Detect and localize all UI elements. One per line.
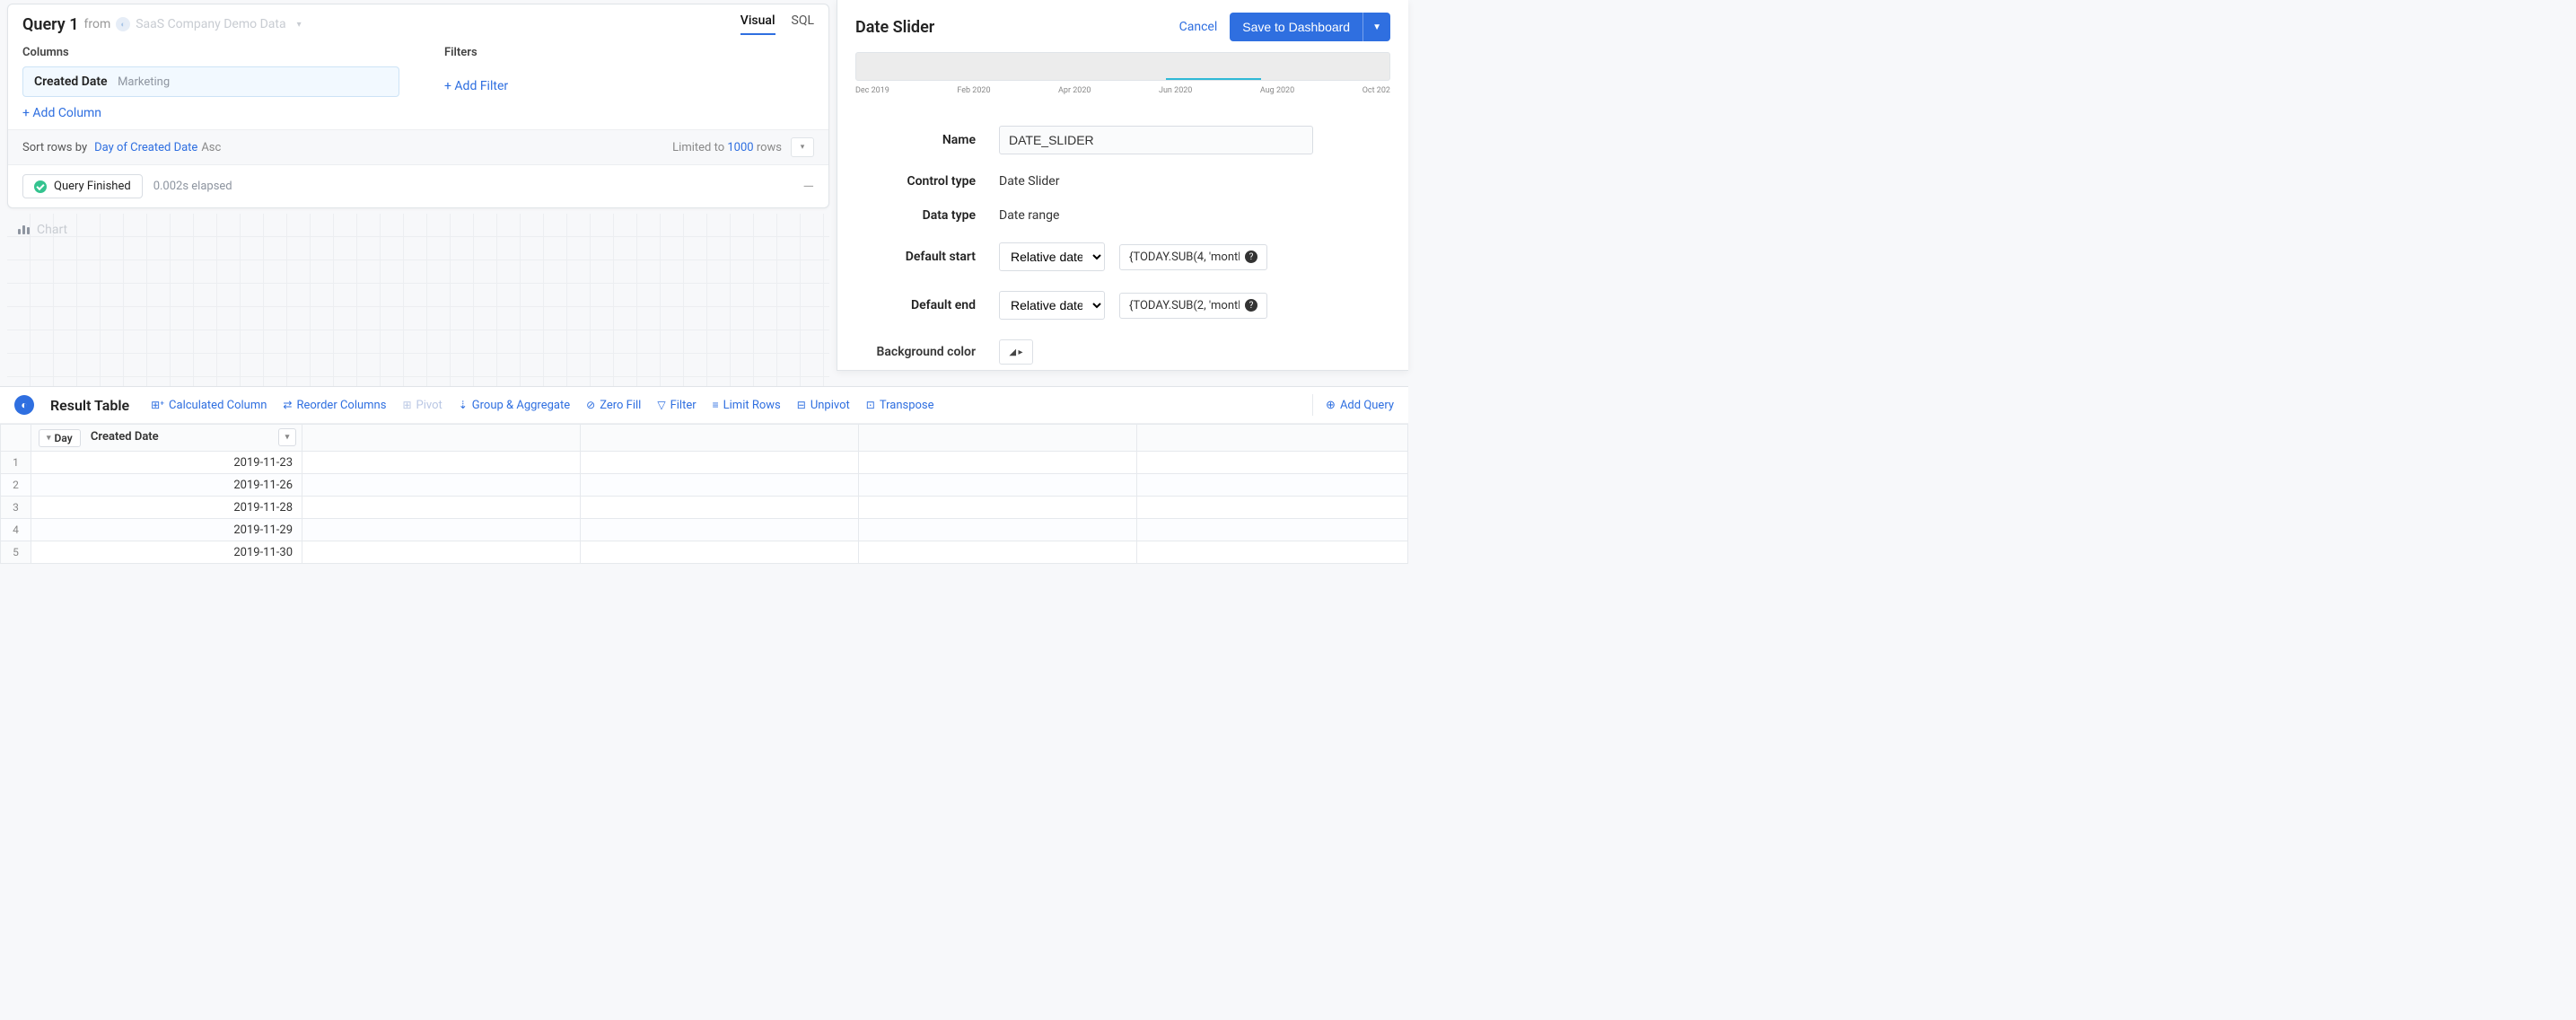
limit-label: Limited to 1000 rows	[672, 141, 782, 154]
rownum-cell: 4	[1, 519, 31, 541]
group-aggregate-button[interactable]: ⇣Group & Aggregate	[459, 399, 570, 412]
source-name: SaaS Company Demo Data	[136, 17, 285, 31]
add-query-button[interactable]: ⊕Add Query	[1312, 394, 1394, 416]
date-slider-editor-panel: Date Slider Cancel Save to Dashboard ▼ D…	[837, 0, 1408, 371]
slider-selected-range[interactable]	[1166, 78, 1262, 80]
unpivot-icon: ⊟	[797, 399, 806, 411]
check-icon	[34, 180, 47, 193]
control-type-label: Control type	[855, 174, 999, 189]
reorder-icon: ⇄	[283, 399, 292, 411]
data-source-picker[interactable]: ◐ SaaS Company Demo Data ▾	[116, 17, 301, 31]
col-header-text: Created Date	[91, 430, 159, 444]
filter-button[interactable]: ▽Filter	[657, 399, 696, 412]
limit-rows-button[interactable]: ≡Limit Rows	[713, 399, 781, 412]
pivot-button: ⊞Pivot	[402, 399, 442, 412]
add-filter-link[interactable]: + Add Filter	[444, 79, 508, 93]
default-end-expression-input[interactable]: {TODAY.SUB(2, 'months ?	[1119, 293, 1267, 319]
date-cell: 2019-11-26	[31, 474, 302, 497]
date-cell: 2019-11-30	[31, 541, 302, 564]
date-cell: 2019-11-29	[31, 519, 302, 541]
rownum-cell: 1	[1, 452, 31, 474]
query-status-badge[interactable]: Query Finished	[22, 174, 143, 198]
sort-prefix: Sort rows by	[22, 141, 87, 154]
slider-tick-labels: Dec 2019 Feb 2020 Apr 2020 Jun 2020 Aug …	[855, 84, 1390, 111]
table-row[interactable]: 52019-11-30	[1, 541, 1408, 564]
help-icon[interactable]: ?	[1245, 251, 1257, 263]
limit-icon: ≡	[713, 399, 719, 411]
elapsed-text: 0.002s elapsed	[153, 180, 232, 193]
source-icon: ◐	[116, 17, 130, 31]
sort-row[interactable]: Sort rows by Day of Created Date Asc Lim…	[8, 129, 828, 164]
add-chart-placeholder[interactable]: Chart	[18, 223, 67, 237]
rownum-cell: 5	[1, 541, 31, 564]
default-end-mode-select[interactable]: Relative date	[999, 291, 1105, 320]
save-to-dashboard-button[interactable]: Save to Dashboard	[1230, 13, 1362, 41]
chart-label: Chart	[37, 223, 67, 237]
rownum-cell: 2	[1, 474, 31, 497]
filters-section-title: Filters	[444, 46, 508, 59]
default-start-mode-select[interactable]: Relative date	[999, 242, 1105, 271]
tab-sql[interactable]: SQL	[792, 13, 814, 35]
reorder-columns-button[interactable]: ⇄Reorder Columns	[283, 399, 386, 412]
bar-chart-icon	[18, 225, 30, 234]
chevron-down-icon: ▾	[297, 20, 302, 30]
bg-color-label: Background color	[855, 345, 999, 359]
columns-section-title: Columns	[22, 46, 408, 59]
default-start-expression-input[interactable]: {TODAY.SUB(4, 'months ?	[1119, 244, 1267, 270]
query-card: Query 1 from ◐ SaaS Company Demo Data ▾ …	[7, 4, 829, 208]
data-type-value: Date range	[999, 208, 1059, 223]
unpivot-button[interactable]: ⊟Unpivot	[797, 399, 850, 412]
query-title: Query 1	[22, 15, 78, 34]
default-start-label: Default start	[855, 250, 999, 264]
result-section: ◐ Result Table ⊞⁺Calculated Column ⇄Reor…	[0, 386, 1408, 564]
from-label: from	[83, 17, 110, 31]
result-table: ▾Day Created Date ▾ 12019-11-2322019-11-…	[0, 424, 1408, 564]
sort-field: Day of Created Date	[94, 141, 197, 154]
transpose-icon: ⊡	[866, 399, 875, 411]
day-granularity-pill[interactable]: ▾Day	[39, 429, 81, 447]
date-cell: 2019-11-28	[31, 497, 302, 519]
rownum-header	[1, 425, 31, 452]
rownum-cell: 3	[1, 497, 31, 519]
table-row[interactable]: 12019-11-23	[1, 452, 1408, 474]
cancel-button[interactable]: Cancel	[1179, 20, 1218, 34]
table-row[interactable]: 32019-11-28	[1, 497, 1408, 519]
add-column-link[interactable]: + Add Column	[22, 106, 101, 120]
plus-icon: ⊕	[1326, 399, 1336, 412]
created-date-header[interactable]: ▾Day Created Date ▾	[31, 425, 302, 452]
data-type-label: Data type	[855, 208, 999, 223]
pivot-icon: ⊞	[402, 399, 411, 411]
slider-preview[interactable]	[855, 52, 1390, 81]
panel-title: Date Slider	[855, 18, 934, 37]
default-end-label: Default end	[855, 298, 999, 312]
column-menu-toggle[interactable]: ▾	[278, 428, 296, 446]
column-pill-created-date[interactable]: Created Date Marketing	[22, 66, 399, 97]
calc-icon: ⊞⁺	[151, 399, 164, 411]
calculated-column-button[interactable]: ⊞⁺Calculated Column	[151, 399, 267, 412]
transpose-button[interactable]: ⊡Transpose	[866, 399, 934, 412]
collapse-button[interactable]: —	[803, 178, 815, 195]
sort-direction: Asc	[201, 141, 221, 154]
sort-dropdown-toggle[interactable]: ▾	[791, 137, 814, 157]
table-row[interactable]: 22019-11-26	[1, 474, 1408, 497]
name-label: Name	[855, 133, 999, 147]
tab-visual[interactable]: Visual	[740, 13, 775, 35]
control-type-value: Date Slider	[999, 174, 1059, 189]
save-dropdown-toggle[interactable]: ▼	[1362, 13, 1390, 41]
chevron-down-icon: ▾	[47, 434, 51, 443]
date-cell: 2019-11-23	[31, 452, 302, 474]
table-row[interactable]: 42019-11-29	[1, 519, 1408, 541]
zero-icon: ⊘	[586, 399, 595, 411]
column-pill-sub: Marketing	[118, 75, 170, 89]
name-input[interactable]	[999, 126, 1313, 154]
zero-fill-button[interactable]: ⊘Zero Fill	[586, 399, 641, 412]
bg-color-picker[interactable]: ◢ ▸	[999, 339, 1033, 365]
result-title: Result Table	[50, 397, 129, 414]
help-icon[interactable]: ?	[1245, 299, 1257, 312]
status-text: Query Finished	[54, 180, 131, 193]
result-logo-icon: ◐	[14, 395, 34, 415]
group-icon: ⇣	[459, 399, 468, 411]
filter-icon: ▽	[657, 399, 665, 411]
column-pill-main: Created Date	[34, 75, 108, 89]
